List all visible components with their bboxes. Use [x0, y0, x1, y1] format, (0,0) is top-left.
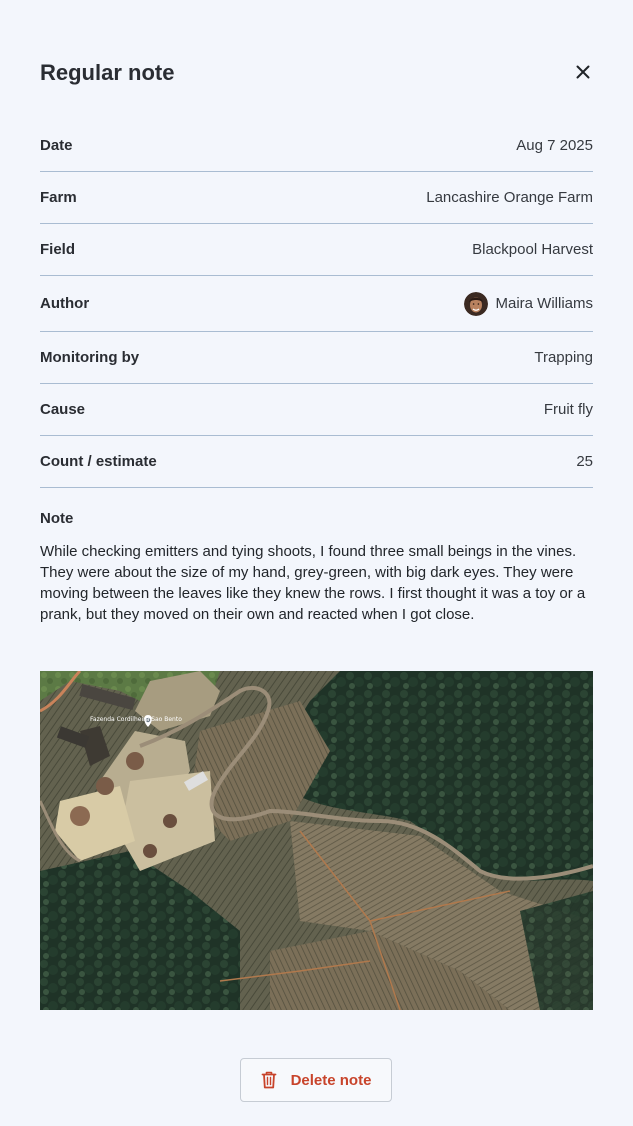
detail-row-author: Author Maira Williams	[40, 276, 593, 332]
trash-icon	[261, 1071, 277, 1089]
page-title: Regular note	[40, 60, 175, 85]
author-name: Maira Williams	[495, 295, 594, 312]
detail-label: Cause	[40, 401, 86, 418]
close-icon	[576, 65, 590, 79]
detail-label: Date	[40, 137, 73, 154]
detail-value: Aug 7 2025	[516, 137, 593, 154]
detail-value: Trapping	[534, 349, 593, 366]
map-pin-label: Fazenda Cordilheira Sao Bento	[90, 716, 182, 723]
detail-value: Lancashire Orange Farm	[426, 189, 593, 206]
detail-row-cause: Cause Fruit fly	[40, 384, 593, 436]
detail-row-date: Date Aug 7 2025	[40, 120, 593, 172]
detail-row-monitoring: Monitoring by Trapping	[40, 332, 593, 384]
author-value: Maira Williams	[463, 291, 594, 316]
detail-label: Author	[40, 295, 90, 312]
detail-value: Fruit fly	[543, 401, 593, 418]
close-button[interactable]	[571, 60, 595, 84]
note-photo[interactable]: Fazenda Cordilheira Sao Bento	[40, 671, 593, 1010]
note-label: Note	[40, 510, 74, 527]
detail-label: Monitoring by	[40, 349, 140, 366]
detail-value: Blackpool Harvest	[472, 241, 593, 258]
note-details: Date Aug 7 2025 Farm Lancashire Orange F…	[40, 120, 593, 488]
note-detail-panel: Regular note Date Aug 7 2025 Farm Lancas…	[0, 0, 633, 1126]
detail-label: Count / estimate	[40, 453, 157, 470]
detail-value: 25	[576, 453, 593, 470]
note-text: While checking emitters and tying shoots…	[40, 543, 586, 623]
detail-label: Farm	[40, 189, 77, 206]
detail-label: Field	[40, 241, 76, 258]
delete-note-label: Delete note	[290, 1071, 372, 1089]
detail-row-farm: Farm Lancashire Orange Farm	[40, 172, 593, 224]
delete-note-button[interactable]: Delete note	[240, 1058, 392, 1102]
detail-row-field: Field Blackpool Harvest	[40, 224, 593, 276]
detail-row-count: Count / estimate 25	[40, 436, 593, 488]
avatar	[463, 291, 488, 316]
